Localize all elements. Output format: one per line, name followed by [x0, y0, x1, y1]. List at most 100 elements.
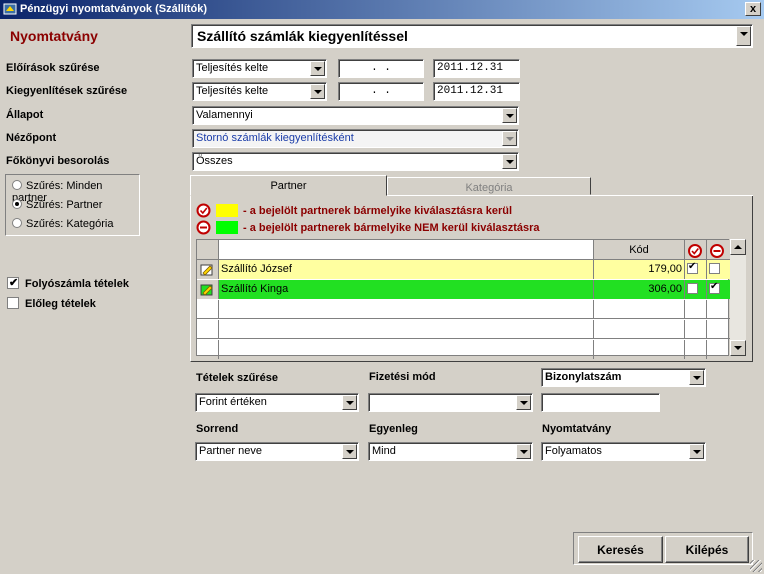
nyomtatvany-select[interactable]: Szállító számlák kiegyenlítéssel [191, 24, 753, 48]
table-row-empty[interactable] [197, 300, 730, 319]
chevron-down-icon[interactable] [310, 61, 325, 76]
row-kod[interactable] [594, 320, 685, 339]
app-icon [3, 3, 17, 15]
row-kod[interactable]: 179,00 [594, 260, 685, 279]
nyomtatvany-label: Nyomtatvány [10, 28, 98, 44]
tab-strip-line [591, 195, 753, 196]
chevron-down-icon[interactable] [342, 444, 357, 459]
chevron-down-icon[interactable] [502, 154, 517, 169]
row-name[interactable] [219, 320, 594, 339]
include-checkbox[interactable] [687, 261, 698, 274]
radio-partner[interactable]: Szűrés: Partner [12, 199, 102, 211]
row-kod[interactable]: 306,00 [594, 280, 685, 299]
sorrend-select[interactable]: Partner neve [195, 442, 359, 461]
chevron-down-icon[interactable] [516, 444, 531, 459]
partner-grid: Kód Szállító József 179,00 ✔ Szállító Ki… [196, 239, 730, 359]
eloirasok-date-from[interactable]: . . [338, 59, 424, 78]
eloleg-checkbox[interactable]: Előleg tételek [7, 297, 96, 310]
exclude-minus-icon [710, 244, 724, 258]
row-kod[interactable] [594, 340, 685, 359]
table-row-empty[interactable] [197, 340, 730, 359]
scroll-up-icon[interactable] [730, 239, 746, 255]
chevron-down-icon[interactable] [342, 395, 357, 410]
sorrend-label: Sorrend [196, 423, 239, 435]
close-icon: x [749, 3, 757, 15]
radio-dot [12, 180, 22, 190]
allapot-select[interactable]: Valamennyi [192, 106, 519, 125]
chevron-down-icon[interactable] [689, 370, 704, 385]
resize-grip-icon[interactable] [750, 560, 762, 572]
chevron-down-icon[interactable] [736, 26, 751, 46]
nyomtatvany-format-label: Nyomtatvány [542, 423, 612, 435]
close-button[interactable]: x [745, 2, 761, 16]
checkbox-label: Folyószámla tételek [25, 278, 129, 290]
row-name[interactable] [219, 300, 594, 319]
row-include-cell[interactable] [685, 280, 707, 299]
exit-button[interactable]: Kilépés [665, 536, 749, 563]
kiegyenlitesek-date-to[interactable]: 2011.12.31 [433, 82, 520, 101]
grid-scrollbar[interactable] [730, 239, 746, 356]
szures-radio-group: Szűrés: Minden partner Szűrés: Partner S… [5, 174, 140, 236]
nyomtatvany-format-value: Folyamatos [545, 445, 602, 457]
radio-label: Szűrés: Partner [26, 199, 103, 211]
folyoszamla-checkbox[interactable]: Folyószámla tételek [7, 276, 129, 290]
table-row[interactable]: Szállító József 179,00 [197, 260, 730, 279]
grid-header-name[interactable] [219, 240, 594, 260]
tab-partner[interactable]: Partner [190, 175, 387, 196]
row-indicator [197, 260, 219, 279]
bizonylat-input[interactable] [541, 393, 660, 412]
include-checkbox[interactable] [687, 283, 698, 294]
scroll-down-icon[interactable] [730, 340, 746, 356]
chevron-down-icon[interactable] [502, 108, 517, 123]
nezopont-value: Stornó számlák kiegyenlítésként [196, 132, 354, 144]
bizonylat-label: Bizonylatszám [545, 371, 622, 383]
eloirasok-type-select[interactable]: Teljesítés kelte [192, 59, 327, 78]
radio-label: Szűrés: Kategória [26, 218, 114, 230]
radio-kategoria[interactable]: Szűrés: Kategória [12, 218, 113, 230]
grid-header-indicator [197, 240, 219, 260]
grid-header-include [685, 240, 707, 260]
bizonylat-type-select[interactable]: Bizonylatszám [541, 368, 706, 387]
table-row[interactable]: Szállító Kinga 306,00 [197, 280, 730, 299]
include-check-icon [196, 203, 211, 218]
chevron-down-icon[interactable] [310, 84, 325, 99]
row-include-cell[interactable] [685, 260, 707, 279]
row-include-cell[interactable] [685, 300, 707, 319]
include-check-icon [688, 244, 702, 258]
kiegyenlitesek-type-select[interactable]: Teljesítés kelte [192, 82, 327, 101]
nyomtatvany-format-select[interactable]: Folyamatos [541, 442, 706, 461]
row-include-cell[interactable] [685, 340, 707, 359]
grid-header-exclude [707, 240, 730, 260]
row-exclude-cell[interactable] [707, 280, 730, 299]
row-indicator [197, 340, 219, 359]
fokonyvi-value: Összes [196, 155, 233, 167]
row-indicator [197, 300, 219, 319]
row-name[interactable] [219, 340, 594, 359]
radio-dot [12, 218, 22, 228]
row-name[interactable]: Szállító József [219, 260, 594, 279]
chevron-down-icon[interactable] [516, 395, 531, 410]
row-include-cell[interactable] [685, 320, 707, 339]
table-row-empty[interactable] [197, 320, 730, 339]
chevron-down-icon[interactable] [502, 131, 517, 146]
egyenleg-label: Egyenleg [369, 423, 418, 435]
kiegyenlitesek-type-value: Teljesítés kelte [196, 85, 269, 97]
egyenleg-select[interactable]: Mind [368, 442, 533, 461]
fizetesi-select[interactable] [368, 393, 533, 412]
eloirasok-date-to[interactable]: 2011.12.31 [433, 59, 520, 78]
window-title: Pénzügyi nyomtatványok (Szállítók) [20, 3, 208, 15]
nezopont-select[interactable]: Stornó számlák kiegyenlítésként [192, 129, 519, 148]
grid-header-kod[interactable]: Kód [594, 240, 685, 260]
kiegyenlitesek-date-from[interactable]: . . [338, 82, 424, 101]
row-name[interactable]: Szállító Kinga [219, 280, 594, 299]
egyenleg-value: Mind [372, 445, 396, 457]
tab-kategoria[interactable]: Kategória [387, 177, 591, 195]
row-exclude-cell[interactable] [707, 260, 730, 279]
tetelek-select[interactable]: Forint értéken [195, 393, 359, 412]
search-button[interactable]: Keresés [578, 536, 663, 563]
chevron-down-icon[interactable] [689, 444, 704, 459]
fokonyvi-select[interactable]: Összes [192, 152, 519, 171]
exclude-checkbox[interactable] [709, 281, 720, 294]
row-kod[interactable] [594, 300, 685, 319]
exclude-checkbox[interactable] [709, 263, 720, 274]
